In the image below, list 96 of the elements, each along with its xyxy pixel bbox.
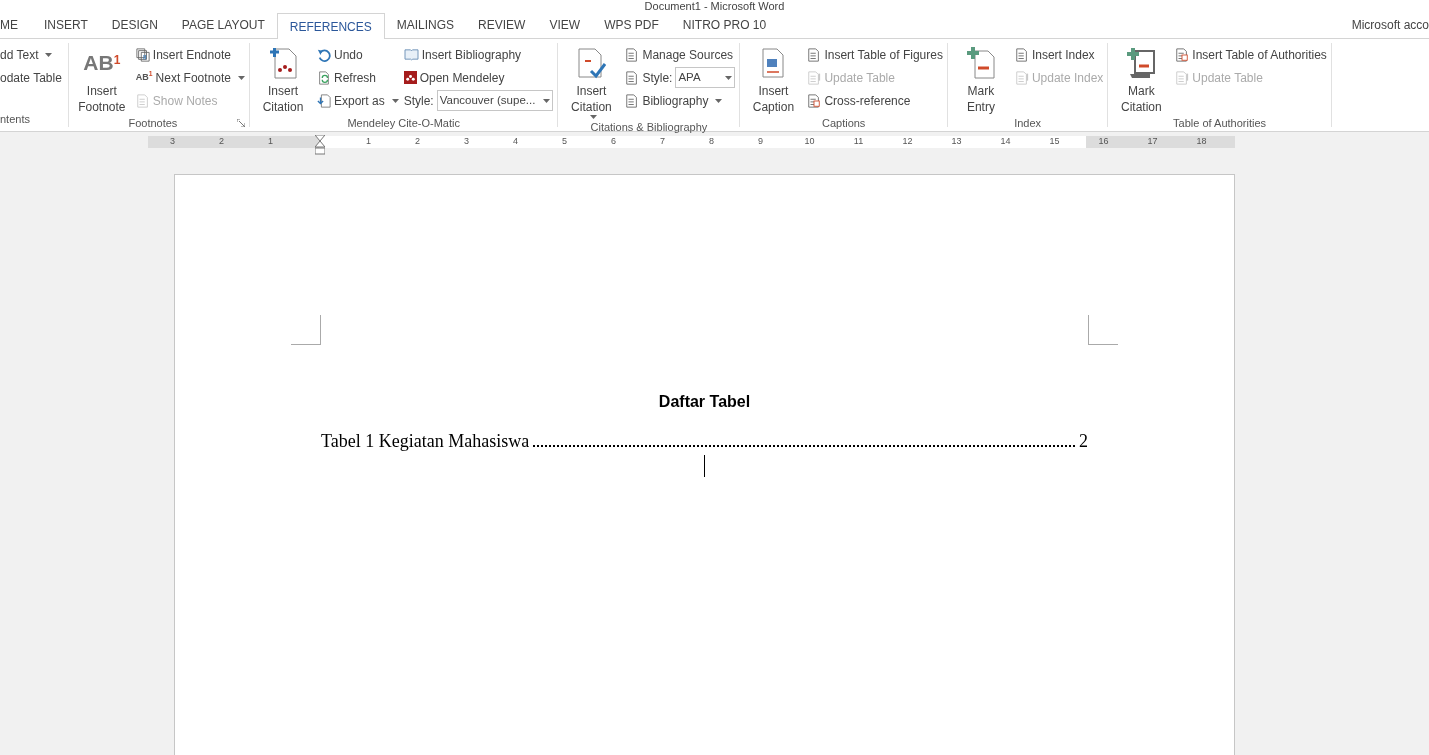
style-label: Style:: [403, 92, 434, 110]
ruler-number: 3: [169, 135, 176, 149]
export-icon: [317, 93, 331, 108]
caret-icon: [543, 98, 551, 103]
ribbon-tab[interactable]: MAILINGS: [384, 12, 467, 38]
next-footnote-icon: AB$^{1}$: [135, 70, 153, 85]
notes-icon: [135, 93, 150, 108]
caret-icon: [725, 75, 733, 80]
ribbon-button[interactable]: Bibliography: [625, 89, 736, 112]
ribbon-tab[interactable]: PAGE LAYOUT: [169, 12, 277, 38]
ruler-number: 1: [365, 135, 372, 149]
ruler-number: 17: [1146, 135, 1159, 149]
ribbon-large-button[interactable]: Mark Citation: [1112, 43, 1171, 115]
ribbon-button[interactable]: Cross-reference: [807, 89, 943, 112]
ruler-number: 15: [1048, 135, 1061, 149]
group-label: Mendeley Cite-O-Matic: [346, 115, 461, 131]
style-dropdown[interactable]: Vancouver (supe...: [436, 90, 554, 111]
book-icon: [403, 48, 419, 61]
update-page-icon: [1014, 70, 1029, 85]
ribbon-button[interactable]: Insert Endnote: [135, 43, 245, 66]
ruler-number: 9: [757, 135, 764, 149]
ruler-number: 13: [950, 135, 963, 149]
ribbon-button[interactable]: Insert Table of Authorities: [1175, 43, 1327, 66]
ruler-number: 11: [852, 135, 865, 149]
ruler-number: 2: [414, 135, 421, 149]
ribbon-large-button[interactable]: Insert Caption: [744, 43, 803, 115]
ribbon-tab[interactable]: REVIEW: [466, 12, 538, 38]
toc-page-number: 2: [1079, 430, 1088, 452]
group-label: Citations & Bibliography: [589, 119, 709, 135]
ribbon-tab[interactable]: INSERT: [32, 12, 100, 38]
group-label: Footnotes: [127, 115, 179, 131]
ribbon-tab[interactable]: DESIGN: [99, 12, 170, 38]
ribbon-tab[interactable]: ME: [0, 12, 32, 38]
ribbon-large-button[interactable]: AB$^{1}$ Insert Footnote: [72, 43, 131, 115]
ruler-number: 1: [267, 135, 274, 149]
account-label[interactable]: Microsoft acco: [1351, 12, 1429, 38]
ribbon-button[interactable]: Manage Sources: [625, 43, 736, 66]
page-icon: [1014, 47, 1029, 62]
ribbon-large-button[interactable]: Insert Citation: [254, 43, 312, 115]
ribbon-button[interactable]: Export as: [317, 89, 399, 112]
ribbon-tab[interactable]: VIEW: [537, 12, 593, 38]
margin-corner-mark: [1088, 315, 1118, 345]
toc-heading: Daftar Tabel: [658, 392, 751, 412]
style-dropdown[interactable]: APA: [675, 67, 736, 88]
ruler-number: 7: [659, 135, 666, 149]
ribbon-tab[interactable]: WPS PDF: [592, 12, 671, 38]
style-label: Style:: [642, 69, 673, 87]
ruler-number: 16: [1097, 135, 1110, 149]
ribbon-large-button[interactable]: Insert Citation: [562, 43, 621, 119]
ribbon-button[interactable]: Refresh: [317, 66, 399, 89]
ribbon-tab[interactable]: NITRO PRO 10: [670, 12, 779, 38]
dialog-launcher-icon[interactable]: [237, 119, 245, 127]
ruler-number: 6: [610, 135, 617, 149]
ruler-number: 10: [803, 135, 816, 149]
group-label: ntents: [0, 111, 30, 127]
ruler-number: 14: [999, 135, 1012, 149]
cross-reference-icon: [807, 93, 822, 108]
ribbon-button[interactable]: Insert Bibliography: [403, 43, 554, 66]
ribbon-button[interactable]: Open Mendeley: [403, 66, 554, 89]
update-page-icon: [807, 70, 822, 85]
group-label: Captions: [820, 115, 867, 131]
citation-document-icon: [576, 47, 607, 79]
ribbon-button[interactable]: odate Table: [0, 66, 62, 89]
footnote-icon: AB$^{1}$: [83, 47, 121, 79]
indent-marker-icon[interactable]: [314, 135, 325, 155]
ribbon-large-button[interactable]: Mark Entry: [951, 43, 1010, 115]
update-page-icon: [1175, 70, 1190, 85]
ruler-number: 4: [512, 135, 519, 149]
toc-entry[interactable]: Tabel 1 Kegiatan Mahasiswa: [321, 430, 530, 452]
endnote-icon: [135, 47, 150, 62]
document-plus-icon: [268, 47, 298, 79]
ribbon-button[interactable]: Undo: [317, 43, 399, 66]
ribbon-tab[interactable]: REFERENCES: [276, 13, 385, 39]
text-cursor: [704, 455, 705, 477]
undo-icon: [317, 47, 331, 62]
scroll-icon: [1126, 47, 1157, 79]
ribbon-button[interactable]: dd Text: [0, 43, 62, 66]
margin-corner-mark: [291, 315, 321, 345]
ribbon-button[interactable]: Insert Table of Figures: [807, 43, 943, 66]
mark-entry-icon: [965, 47, 996, 79]
page-icon: [807, 47, 822, 62]
ruler-number: 3: [463, 135, 470, 149]
group-label: Index: [1013, 115, 1043, 131]
caption-icon: [761, 47, 786, 79]
ribbon-button[interactable]: Insert Index: [1014, 43, 1104, 66]
window-title: Document1 - Microsoft Word: [644, 1, 785, 12]
ribbon-button[interactable]: AB$^{1}$ Next Footnote: [135, 66, 245, 89]
ruler-number: 18: [1195, 135, 1208, 149]
ruler-number: 5: [561, 135, 568, 149]
refresh-icon: [317, 70, 331, 85]
group-label: Table of Authorities: [1172, 115, 1268, 131]
mendeley-icon: [403, 71, 417, 84]
ruler-number: 2: [218, 135, 225, 149]
ruler-number: 8: [708, 135, 715, 149]
table-icon: [1175, 47, 1190, 62]
ruler-number: 12: [901, 135, 914, 149]
